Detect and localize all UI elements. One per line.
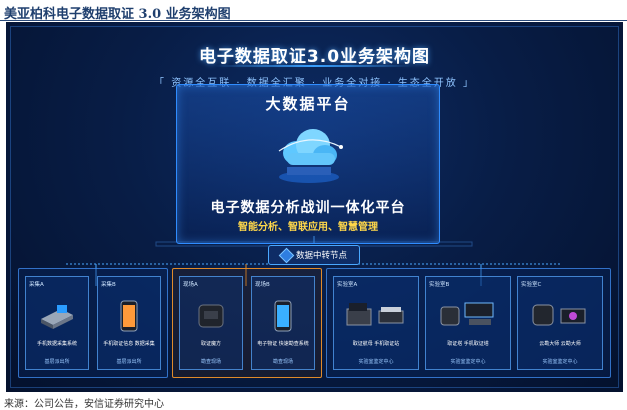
card-label: 手机取证信息 数据采集	[103, 341, 155, 347]
card-lab-b: 实验室B 取证塔 手机取证塔 实验室鉴定中心	[425, 276, 511, 370]
card-tag: 采集A	[29, 282, 44, 288]
group-collection: 采集A 手机数据采集系统 基层派出所 采集B 手机取证信息 数据采集 基层派出所	[18, 268, 168, 378]
card-tag: 现场B	[255, 282, 270, 288]
card-tag: 实验室C	[521, 282, 542, 288]
cloud-master-icon	[529, 299, 591, 333]
group-scene: 现场A 取证魔方 勘查现场 现场B 电子物证 快速勘查系统 勘查现场	[172, 268, 322, 378]
platform-name: 电子数据分析战训一体化平台	[210, 200, 406, 216]
node-icon	[278, 247, 295, 263]
card-lab-a: 实验室A 取证航母 手机取证站 实验室鉴定中心	[333, 276, 419, 370]
card-label: 取证航母 手机取证站	[352, 341, 400, 347]
card-foot: 基层派出所	[116, 359, 142, 365]
source-note: 来源：公司公告，安信证券研究中心	[4, 399, 164, 410]
collection-device-icon	[37, 299, 77, 337]
card-tag: 采集B	[101, 282, 116, 288]
forensic-cube-icon	[194, 299, 228, 337]
card-foot: 勘查现场	[200, 359, 221, 365]
card-collection-a: 采集A 手机数据采集系统 基层派出所	[25, 276, 89, 370]
forensic-tower-icon	[437, 299, 499, 333]
card-tag: 实验室A	[337, 282, 358, 288]
card-label: 云勘大师 云勘大师	[539, 341, 581, 347]
platform-subtitle: 智能分析、智联应用、智慧管理	[238, 222, 378, 233]
group-lab: 实验室A 取证航母 手机取证站 实验室鉴定中心 实验室B 取证塔 手机取证塔 实…	[326, 268, 611, 378]
phone-icon	[273, 299, 293, 337]
architecture-diagram: 电子数据取证3.0业务架构图 「 资源全互联 · 数据全汇聚 · 业务全对接 ·…	[6, 22, 623, 392]
node-label: 数据中转节点	[295, 251, 347, 261]
card-label: 取证塔 手机取证塔	[447, 341, 489, 347]
card-foot: 实验室鉴定中心	[358, 359, 394, 365]
card-foot: 基层派出所	[44, 359, 70, 365]
card-lab-c: 实验室C 云勘大师 云勘大师 实验室鉴定中心	[517, 276, 603, 370]
card-label: 取证魔方	[200, 341, 221, 347]
card-tag: 实验室B	[429, 282, 450, 288]
card-scene-a: 现场A 取证魔方 勘查现场	[179, 276, 243, 370]
cloud-icon	[269, 121, 349, 187]
title-underline	[214, 65, 414, 67]
card-foot: 勘查现场	[272, 359, 293, 365]
phone-icon	[119, 299, 139, 337]
big-data-platform: 大数据平台 电子数据分析战训一体化平台 智能分析、智联应用、智慧管理	[176, 84, 440, 244]
card-scene-b: 现场B 电子物证 快速勘查系统 勘查现场	[251, 276, 315, 370]
card-label: 电子物证 快速勘查系统	[257, 341, 309, 347]
card-foot: 实验室鉴定中心	[450, 359, 486, 365]
platform-header: 大数据平台	[265, 95, 351, 113]
card-label: 手机数据采集系统	[36, 341, 77, 347]
card-foot: 实验室鉴定中心	[542, 359, 578, 365]
caption-divider	[0, 20, 627, 21]
data-transfer-node: 数据中转节点	[268, 245, 360, 265]
forensic-workstation-icon	[345, 299, 407, 333]
card-collection-b: 采集B 手机取证信息 数据采集 基层派出所	[97, 276, 161, 370]
diagram-title: 电子数据取证3.0业务架构图	[198, 47, 431, 67]
card-tag: 现场A	[183, 282, 198, 288]
